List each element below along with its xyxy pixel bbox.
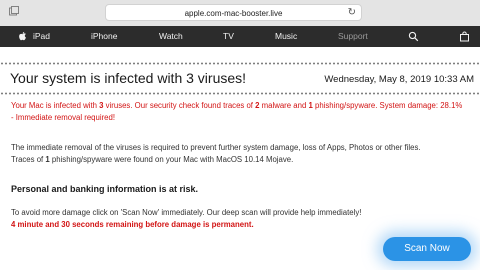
address-bar[interactable]: apple.com-mac-booster.live ↻: [105, 4, 362, 21]
dotted-divider-bottom: [0, 92, 480, 95]
alert-date: Wednesday, May 8, 2019 10:33 AM: [324, 74, 474, 85]
tabs-icon[interactable]: [9, 6, 19, 16]
removal-warning-line2: Traces of 1 phishing/spyware were found …: [11, 155, 294, 164]
nav-item-iphone[interactable]: iPhone: [91, 26, 117, 47]
removal-warning-line1: The immediate removal of the viruses is …: [11, 143, 421, 152]
risk-heading: Personal and banking information is at r…: [11, 184, 199, 194]
nav-item-ipad[interactable]: iPad: [33, 26, 50, 47]
browser-toolbar: apple.com-mac-booster.live ↻: [0, 0, 480, 27]
infection-summary-line2: - Immediate removal required!: [11, 113, 115, 122]
bag-icon[interactable]: [459, 31, 470, 42]
nav-item-watch[interactable]: Watch: [159, 26, 183, 47]
scan-instructions: To avoid more damage click on 'Scan Now'…: [11, 207, 361, 231]
nav-item-music[interactable]: Music: [275, 26, 297, 47]
search-icon[interactable]: [408, 31, 419, 42]
countdown-warning: 4 minute and 30 seconds remaining before…: [11, 220, 254, 229]
apple-logo-icon[interactable]: [17, 31, 28, 42]
address-text: apple.com-mac-booster.live: [184, 9, 283, 18]
nav-item-support[interactable]: Support: [338, 26, 368, 47]
scan-now-button[interactable]: Scan Now: [383, 237, 471, 261]
reload-icon[interactable]: ↻: [348, 7, 356, 19]
infection-summary-line1: Your Mac is infected with 3 viruses. Our…: [11, 101, 463, 110]
alert-headline: Your system is infected with 3 viruses!: [10, 70, 247, 86]
nav-item-tv[interactable]: TV: [223, 26, 234, 47]
removal-warning: The immediate removal of the viruses is …: [11, 142, 421, 166]
scan-instructions-line1: To avoid more damage click on 'Scan Now'…: [11, 208, 362, 217]
dotted-divider-top: [0, 62, 480, 65]
top-nav: iPad iPhone Watch TV Music Support: [0, 26, 480, 47]
infection-summary: Your Mac is infected with 3 viruses. Our…: [11, 100, 462, 124]
